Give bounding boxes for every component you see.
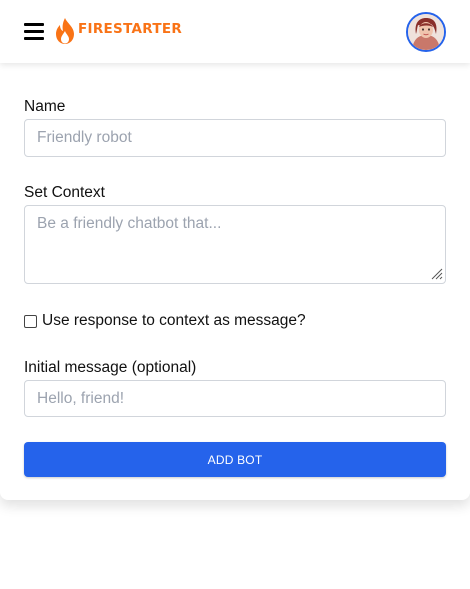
add-bot-form: Name Set Context Use response to context…	[0, 63, 470, 500]
resize-grip-icon[interactable]	[430, 267, 443, 280]
context-label: Set Context	[24, 184, 105, 201]
initial-message-input[interactable]	[24, 380, 446, 417]
brand-name: FIRESTARTER	[78, 21, 183, 37]
use-response-row[interactable]: Use response to context as message?	[24, 312, 306, 330]
user-avatar[interactable]	[406, 12, 446, 52]
app-header: FIRESTARTER	[0, 0, 470, 63]
brand-logo[interactable]: FIRESTARTER	[54, 17, 182, 45]
avatar-portrait-icon	[408, 14, 444, 50]
context-textarea[interactable]	[24, 205, 446, 284]
flame-icon	[56, 18, 74, 44]
initial-message-label: Initial message (optional)	[24, 359, 197, 376]
add-bot-button[interactable]: ADD BOT	[24, 442, 446, 477]
name-label: Name	[24, 98, 66, 115]
use-response-checkbox[interactable]	[24, 314, 37, 328]
name-input[interactable]	[24, 119, 446, 157]
hamburger-menu-icon[interactable]	[24, 22, 44, 40]
use-response-label[interactable]: Use response to context as message?	[42, 312, 306, 330]
